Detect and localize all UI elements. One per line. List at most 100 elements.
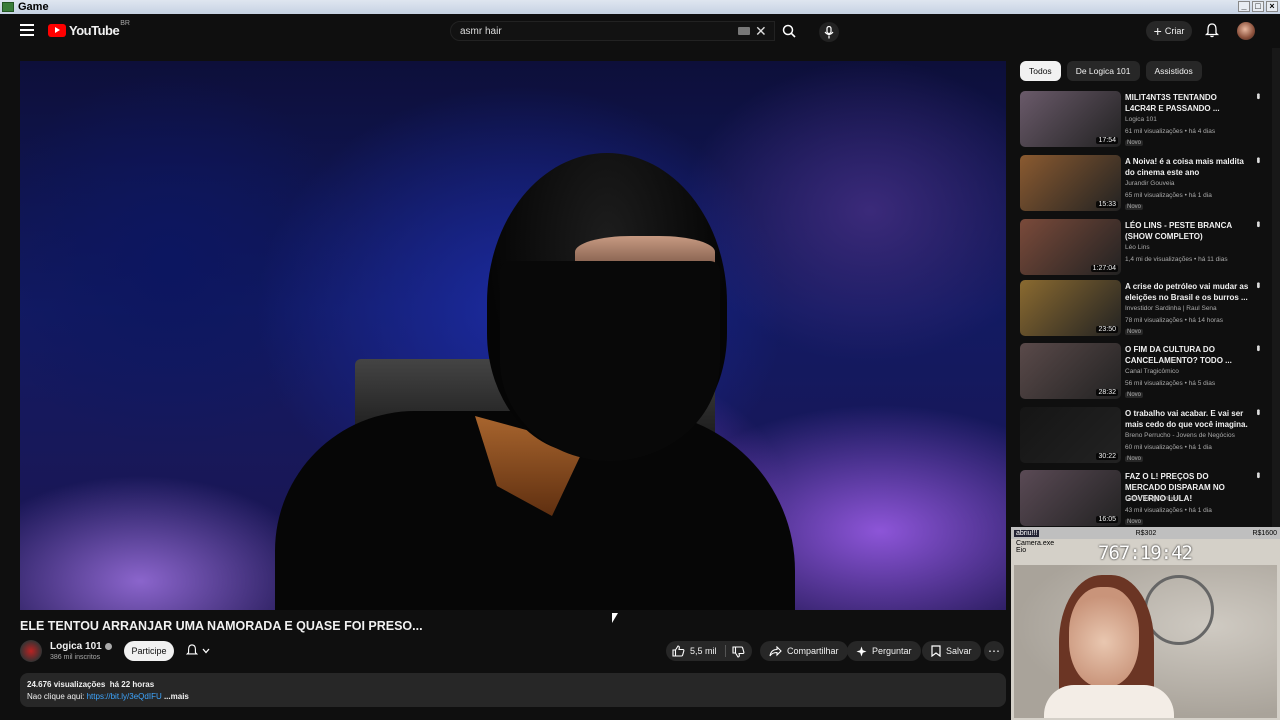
sidebar-scrollbar[interactable] — [1272, 48, 1280, 527]
minimize-button[interactable]: _ — [1238, 1, 1250, 12]
recommendation-channel[interactable]: Jurandir Gouveia — [1125, 180, 1175, 187]
recommendation-channel[interactable]: Logica 101 — [1125, 116, 1157, 123]
recommendation-thumbnail[interactable]: 23:50 — [1020, 280, 1121, 336]
more-horizontal-icon: ⋯ — [988, 644, 1000, 658]
recommendation-item[interactable]: 1:27:04 LÉO LINS - PESTE BRANCA (SHOW COM… — [1020, 219, 1263, 277]
overlay-header-left: abriu!!! — [1014, 529, 1040, 537]
recommendation-title[interactable]: A Noiva! é a coisa mais maldita do cinem… — [1125, 156, 1250, 178]
like-button[interactable]: 5,5 mil — [672, 645, 717, 657]
share-button[interactable]: Compartilhar — [760, 641, 848, 661]
new-badge: Novo — [1125, 519, 1144, 525]
channel-avatar[interactable] — [20, 640, 42, 662]
app-icon — [2, 2, 14, 12]
description-box[interactable]: 24.676 visualizações há 22 horas Nao cli… — [20, 673, 1006, 707]
video-player[interactable] — [20, 61, 1006, 610]
create-button[interactable]: + Criar — [1146, 21, 1192, 41]
show-more-link[interactable]: ...mais — [162, 692, 189, 701]
fan-shape — [1144, 575, 1214, 645]
notifications-button[interactable] — [1204, 23, 1220, 43]
country-code: BR — [120, 20, 130, 27]
clear-search-icon[interactable]: ✕ — [755, 23, 767, 40]
more-vertical-icon[interactable]: ••• — [1252, 282, 1263, 287]
thumbs-down-icon — [732, 646, 745, 658]
face-mask-shape — [500, 261, 720, 461]
logo-text: YouTube — [69, 23, 120, 38]
recommendation-meta: 43 mil visualizações • há 1 dia — [1125, 507, 1212, 514]
youtube-logo[interactable]: YouTube BR — [48, 20, 130, 38]
recommendation-item[interactable]: 16:05 FAZ O L! PREÇOS DO MERCADO DISPARAM… — [1020, 470, 1263, 528]
duration-badge: 30:22 — [1096, 453, 1118, 460]
more-vertical-icon[interactable]: ••• — [1252, 157, 1263, 162]
face-shape — [1069, 587, 1139, 687]
more-vertical-icon[interactable]: ••• — [1252, 93, 1263, 98]
recommendation-title[interactable]: O FIM DA CULTURA DO CANCELAMENTO? TODO .… — [1125, 344, 1250, 366]
recommendation-thumbnail[interactable]: 17:54 — [1020, 91, 1121, 147]
join-button[interactable]: Participe — [124, 641, 174, 661]
ask-button[interactable]: Perguntar — [847, 641, 921, 661]
new-badge: Novo — [1125, 392, 1144, 398]
recommendation-channel[interactable]: Léo Lins — [1125, 244, 1150, 251]
more-vertical-icon[interactable]: ••• — [1252, 221, 1263, 226]
recommendation-title[interactable]: A crise do petróleo vai mudar as eleiçõe… — [1125, 281, 1250, 303]
duration-badge: 23:50 — [1096, 326, 1118, 333]
recommendation-meta: 65 mil visualizações • há 1 dia — [1125, 192, 1212, 199]
recommendation-channel[interactable]: Canal Tragicômico — [1125, 368, 1179, 375]
recommendation-title[interactable]: O trabalho vai acabar. E vai ser mais ce… — [1125, 408, 1250, 430]
video-title: ELE TENTOU ARRANJAR UMA NAMORADA E QUASE… — [20, 619, 423, 633]
more-vertical-icon[interactable]: ••• — [1252, 409, 1263, 414]
share-label: Compartilhar — [787, 646, 839, 656]
description-text: Nao clique aqui: https://bit.ly/3eQdIFU … — [27, 691, 999, 703]
channel-name[interactable]: Logica 101 — [50, 641, 112, 652]
channel-name-text[interactable]: Logica 101 — [50, 641, 102, 652]
chip-de-logica[interactable]: De Logica 101 — [1066, 61, 1140, 81]
recommendation-item[interactable]: 23:50 A crise do petróleo vai mudar as el… — [1020, 280, 1263, 338]
recommendation-thumbnail[interactable]: 16:05 — [1020, 470, 1121, 526]
microphone-icon — [824, 25, 834, 38]
more-vertical-icon[interactable]: ••• — [1252, 472, 1263, 477]
recommendation-meta: 56 mil visualizações • há 5 dias — [1125, 380, 1216, 387]
description-link[interactable]: https://bit.ly/3eQdIFU — [87, 692, 162, 701]
search-input[interactable]: asmr hair — [450, 21, 775, 41]
dislike-button[interactable] — [732, 645, 745, 663]
stream-timer: 767:19:42 — [1098, 542, 1193, 564]
recommendation-thumbnail[interactable]: 15:33 — [1020, 155, 1121, 211]
chip-todos[interactable]: Todos — [1020, 61, 1061, 81]
menu-icon[interactable] — [20, 24, 34, 36]
recommendation-item[interactable]: 30:22 O trabalho vai acabar. E vai ser ma… — [1020, 407, 1263, 465]
recommendation-channel[interactable]: Investidor Sardinha | Raul Sena — [1125, 305, 1217, 312]
window-title: Game — [18, 1, 49, 13]
recommendation-item[interactable]: 17:54 MILIT4NT3S TENTANDO L4CR4R E PASSAN… — [1020, 91, 1263, 149]
create-label: Criar — [1164, 26, 1185, 36]
new-badge: Novo — [1125, 140, 1144, 146]
recommendation-title[interactable]: MILIT4NT3S TENTANDO L4CR4R E PASSANDO ..… — [1125, 92, 1250, 114]
more-actions-button[interactable]: ⋯ — [984, 641, 1004, 661]
play-logo-icon — [48, 24, 66, 37]
overlay-header-mid: R$302 — [1135, 529, 1157, 537]
recommendation-item[interactable]: 28:32 O FIM DA CULTURA DO CANCELAMENTO? T… — [1020, 343, 1263, 401]
new-badge: Novo — [1125, 204, 1144, 210]
subscriber-count: 386 mil inscritos — [50, 654, 101, 661]
recommendation-thumbnail[interactable]: 30:22 — [1020, 407, 1121, 463]
search-button[interactable] — [776, 21, 802, 41]
maximize-button[interactable]: □ — [1252, 1, 1264, 12]
recommendation-title[interactable]: LÉO LINS - PESTE BRANCA (SHOW COMPLETO) — [1125, 220, 1250, 242]
duration-badge: 16:05 — [1096, 516, 1118, 523]
recommendation-channel[interactable]: Breno Perrucho - Jovens de Negócios — [1125, 432, 1235, 439]
voice-search-button[interactable] — [819, 22, 839, 42]
recommendation-thumbnail[interactable]: 28:32 — [1020, 343, 1121, 399]
more-vertical-icon[interactable]: ••• — [1252, 345, 1263, 350]
close-window-button[interactable]: × — [1266, 1, 1278, 12]
window-titlebar: Game _ □ × — [0, 0, 1280, 14]
recommendation-meta: 78 mil visualizações • há 14 horas — [1125, 317, 1224, 324]
subscription-bell-button[interactable] — [186, 644, 210, 657]
recommendation-item[interactable]: 15:33 A Noiva! é a coisa mais maldita do … — [1020, 155, 1263, 213]
chip-assistidos[interactable]: Assistidos — [1145, 61, 1202, 81]
new-badge: Novo — [1125, 329, 1144, 335]
recommendation-channel[interactable]: Canal Tragicômico — [1125, 495, 1179, 502]
recommendation-thumbnail[interactable]: 1:27:04 — [1020, 219, 1121, 275]
save-button[interactable]: Salvar — [922, 641, 981, 661]
account-avatar[interactable] — [1237, 22, 1255, 40]
filter-chips: Todos De Logica 101 Assistidos — [1020, 61, 1202, 81]
recommendation-meta: 61 mil visualizações • há 4 dias — [1125, 128, 1216, 135]
keyboard-icon[interactable] — [738, 27, 750, 35]
